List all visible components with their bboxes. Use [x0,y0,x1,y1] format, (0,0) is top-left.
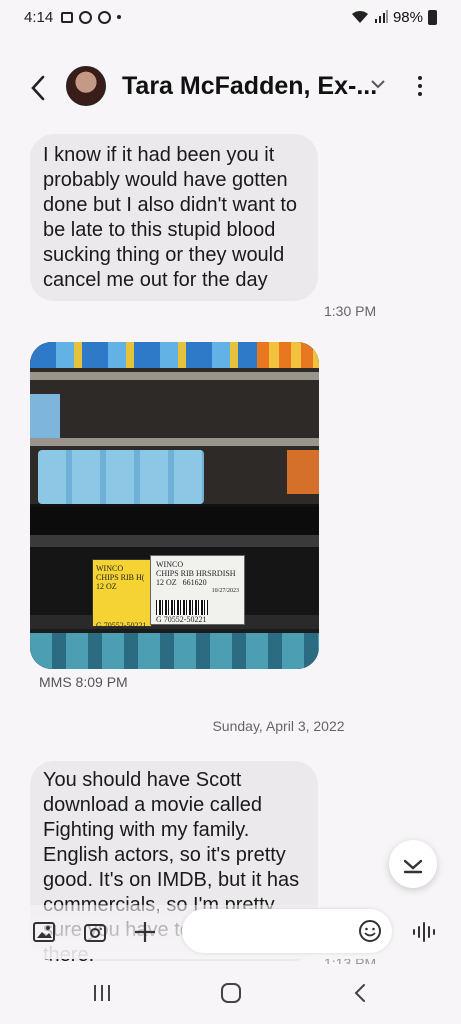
wifi-icon [351,10,368,23]
voice-input-icon[interactable] [412,921,436,943]
back-icon[interactable] [352,982,368,1004]
system-navigation-bar [0,964,461,1024]
date-separator: Sunday, April 3, 2022 [212,718,345,734]
gallery-notification-icon [61,11,74,23]
tag-code: G 70552-50221 [156,615,207,624]
status-time: 4:14 [24,8,54,26]
recent-apps-icon[interactable] [92,982,112,1004]
signal-icon [374,10,388,23]
tag-item: CHIPS RIB HRSRDISH [156,569,236,578]
tag-size: 12 OZ [96,582,117,591]
tag-store: WINCO [156,560,184,569]
contact-avatar[interactable] [66,66,106,106]
tag-code: G 70552-50221 [96,621,147,630]
mms-image[interactable]: WINCO CHIPS RIB H( 12 OZ G 70552-50221 W… [30,342,319,669]
battery-icon [428,9,437,25]
message-input-field[interactable] [182,909,392,953]
status-right: 98% [351,0,437,34]
battery-percent: 98% [392,8,423,26]
emoji-icon[interactable] [358,919,382,943]
gallery-icon[interactable] [32,921,56,943]
tag-date: 10/27/2023 [211,588,239,594]
message-bubble[interactable]: I know if it had been you it probably wo… [30,134,318,301]
message-time: 1:30 PM [324,303,377,319]
tag-number: 661620 [182,578,207,587]
message-input[interactable] [192,917,342,945]
tag-size: 12 OZ [156,578,177,587]
more-options-icon[interactable] [411,73,429,99]
mms-timestamp: MMS 8:09 PM [39,674,128,690]
tag-store: WINCO [96,564,124,573]
price-tag-white: WINCO CHIPS RIB HRSRDISH 12 OZ 661620 10… [150,555,245,625]
app-notification-icon [98,10,112,24]
shelf-photo-top [30,342,319,504]
app-notification-icon [79,10,93,24]
contact-name[interactable]: Tara McFadden, Ex-... [122,72,377,101]
price-tag-yellow: WINCO CHIPS RIB H( 12 OZ G 70552-50221 [92,559,152,630]
more-notifications-icon [117,15,122,19]
tag-item: CHIPS RIB H( [96,573,145,582]
barcode [156,600,208,615]
chevron-down-icon[interactable] [370,78,386,90]
scroll-to-bottom-button[interactable] [389,840,437,888]
back-arrow-icon[interactable] [28,74,48,102]
chevron-down-icon [403,859,423,874]
shelf-photo-bottom: WINCO CHIPS RIB H( 12 OZ G 70552-50221 W… [30,507,319,669]
plus-icon[interactable] [133,921,157,943]
home-icon[interactable] [220,982,242,1004]
conversation-header: Tara McFadden, Ex-... [0,60,461,116]
camera-icon[interactable] [83,921,107,943]
message-composer [0,905,461,959]
